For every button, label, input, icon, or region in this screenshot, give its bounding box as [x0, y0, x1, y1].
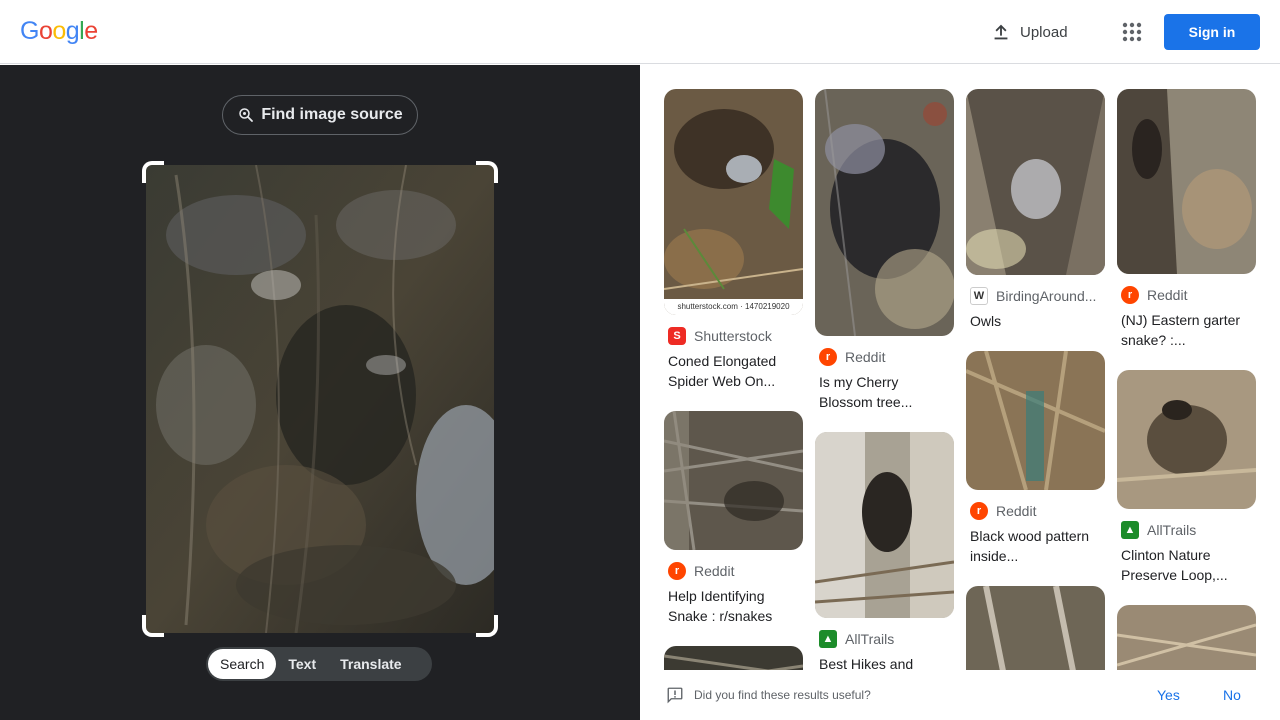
result-thumbnail: [1117, 89, 1256, 274]
reddit-icon: r: [970, 502, 988, 520]
google-logo[interactable]: Google: [20, 17, 98, 46]
mode-translate-tab[interactable]: Translate: [328, 649, 413, 679]
lens-image-panel: Find image source Search Text Translate: [0, 65, 640, 720]
result-title: Help Identifying Snake : r/snakes: [668, 588, 773, 624]
result-source-name: Reddit: [996, 503, 1037, 519]
result-card[interactable]: [664, 646, 803, 670]
feedback-question: Did you find these results useful?: [694, 688, 871, 702]
feedback-bar: Did you find these results useful? Yes N…: [640, 670, 1280, 720]
lens-mode-switch: Search Text Translate: [206, 647, 432, 681]
result-card[interactable]: shutterstock.com · 1470219020 S Shutters…: [664, 89, 803, 391]
result-title: Clinton Nature Preserve Loop,...: [1121, 547, 1228, 583]
upload-icon: [994, 24, 1008, 40]
result-title: Black wood pattern inside...: [970, 528, 1090, 564]
upload-label: Upload: [1020, 23, 1068, 41]
crop-handle-bottom-right[interactable]: [476, 615, 498, 637]
results-column: r Reddit (NJ) Eastern garter snake? :...…: [1117, 89, 1256, 670]
result-source-name: Reddit: [694, 563, 735, 579]
reddit-icon: r: [1121, 286, 1139, 304]
shutterstock-icon: S: [668, 327, 686, 345]
reddit-icon: r: [819, 348, 837, 366]
visual-matches-grid: shutterstock.com · 1470219020 S Shutters…: [640, 65, 1280, 670]
result-source-name: Reddit: [1147, 287, 1188, 303]
alltrails-icon: ▲: [819, 630, 837, 648]
result-source-name: AllTrails: [1147, 522, 1197, 538]
lens-search-icon: [239, 108, 254, 122]
mode-text-tab[interactable]: Text: [276, 649, 328, 679]
result-card[interactable]: ▲ AllTrails Clinton Nature Preserve Loop…: [1117, 370, 1256, 585]
result-source: ▲ AllTrails: [815, 630, 954, 648]
result-title: Is my Cherry Blossom tree...: [819, 374, 913, 410]
crop-selection[interactable]: [142, 161, 498, 637]
mode-search-tab[interactable]: Search: [208, 649, 277, 679]
sign-in-button[interactable]: Sign in: [1164, 14, 1260, 50]
alltrails-icon: ▲: [1121, 521, 1139, 539]
result-card[interactable]: [966, 586, 1105, 670]
apps-grid-icon[interactable]: [1120, 20, 1144, 44]
result-title: Coned Elongated Spider Web On...: [668, 353, 777, 389]
feedback-no-button[interactable]: No: [1223, 687, 1241, 703]
result-thumbnail: [1117, 370, 1256, 509]
results-column: shutterstock.com · 1470219020 S Shutters…: [664, 89, 803, 670]
result-thumbnail: [1117, 605, 1256, 670]
result-title: Owls: [970, 313, 1002, 329]
results-column: W BirdingAround... Owls r Reddit Black w…: [966, 89, 1105, 670]
result-card[interactable]: ▲ AllTrails Best Hikes and: [815, 432, 954, 670]
result-card[interactable]: r Reddit Black wood pattern inside...: [966, 351, 1105, 566]
weebly-icon: W: [970, 287, 988, 305]
result-card[interactable]: [1117, 605, 1256, 670]
find-image-source-button[interactable]: Find image source: [222, 95, 418, 135]
result-thumbnail: [664, 646, 803, 670]
thumbnail-watermark: shutterstock.com · 1470219020: [664, 299, 803, 315]
crop-handle-top-left[interactable]: [142, 161, 164, 183]
result-thumbnail: [966, 89, 1105, 275]
result-source-name: Reddit: [845, 349, 886, 365]
feedback-yes-button[interactable]: Yes: [1157, 687, 1180, 703]
top-header: Google Upload Sign in: [0, 0, 1280, 64]
crop-handle-bottom-left[interactable]: [142, 615, 164, 637]
result-source: r Reddit: [664, 562, 803, 580]
result-thumbnail: [815, 432, 954, 618]
result-title: Best Hikes and: [819, 656, 914, 670]
find-image-source-label: Find image source: [261, 106, 403, 123]
result-card[interactable]: r Reddit Help Identifying Snake : r/snak…: [664, 411, 803, 626]
result-source-name: Shutterstock: [694, 328, 772, 344]
result-card[interactable]: r Reddit Is my Cherry Blossom tree...: [815, 89, 954, 412]
result-source: S Shutterstock: [664, 327, 803, 345]
result-card[interactable]: r Reddit (NJ) Eastern garter snake? :...: [1117, 89, 1256, 350]
feedback-icon: [667, 687, 683, 704]
result-source: W BirdingAround...: [966, 287, 1105, 305]
result-source-name: AllTrails: [845, 631, 895, 647]
result-card[interactable]: W BirdingAround... Owls: [966, 89, 1105, 331]
result-thumbnail: [966, 351, 1105, 490]
result-source: r Reddit: [1117, 286, 1256, 304]
result-thumbnail: [966, 586, 1105, 670]
query-image: [146, 165, 494, 633]
result-thumbnail: shutterstock.com · 1470219020: [664, 89, 803, 315]
results-column: r Reddit Is my Cherry Blossom tree... ▲ …: [815, 89, 954, 670]
result-source: ▲ AllTrails: [1117, 521, 1256, 539]
reddit-icon: r: [668, 562, 686, 580]
result-source-name: BirdingAround...: [996, 288, 1097, 304]
result-title: (NJ) Eastern garter snake? :...: [1121, 312, 1241, 348]
result-source: r Reddit: [966, 502, 1105, 520]
result-thumbnail: [815, 89, 954, 336]
crop-handle-top-right[interactable]: [476, 161, 498, 183]
upload-button[interactable]: Upload: [990, 20, 1068, 44]
result-source: r Reddit: [815, 348, 954, 366]
result-thumbnail: [664, 411, 803, 550]
